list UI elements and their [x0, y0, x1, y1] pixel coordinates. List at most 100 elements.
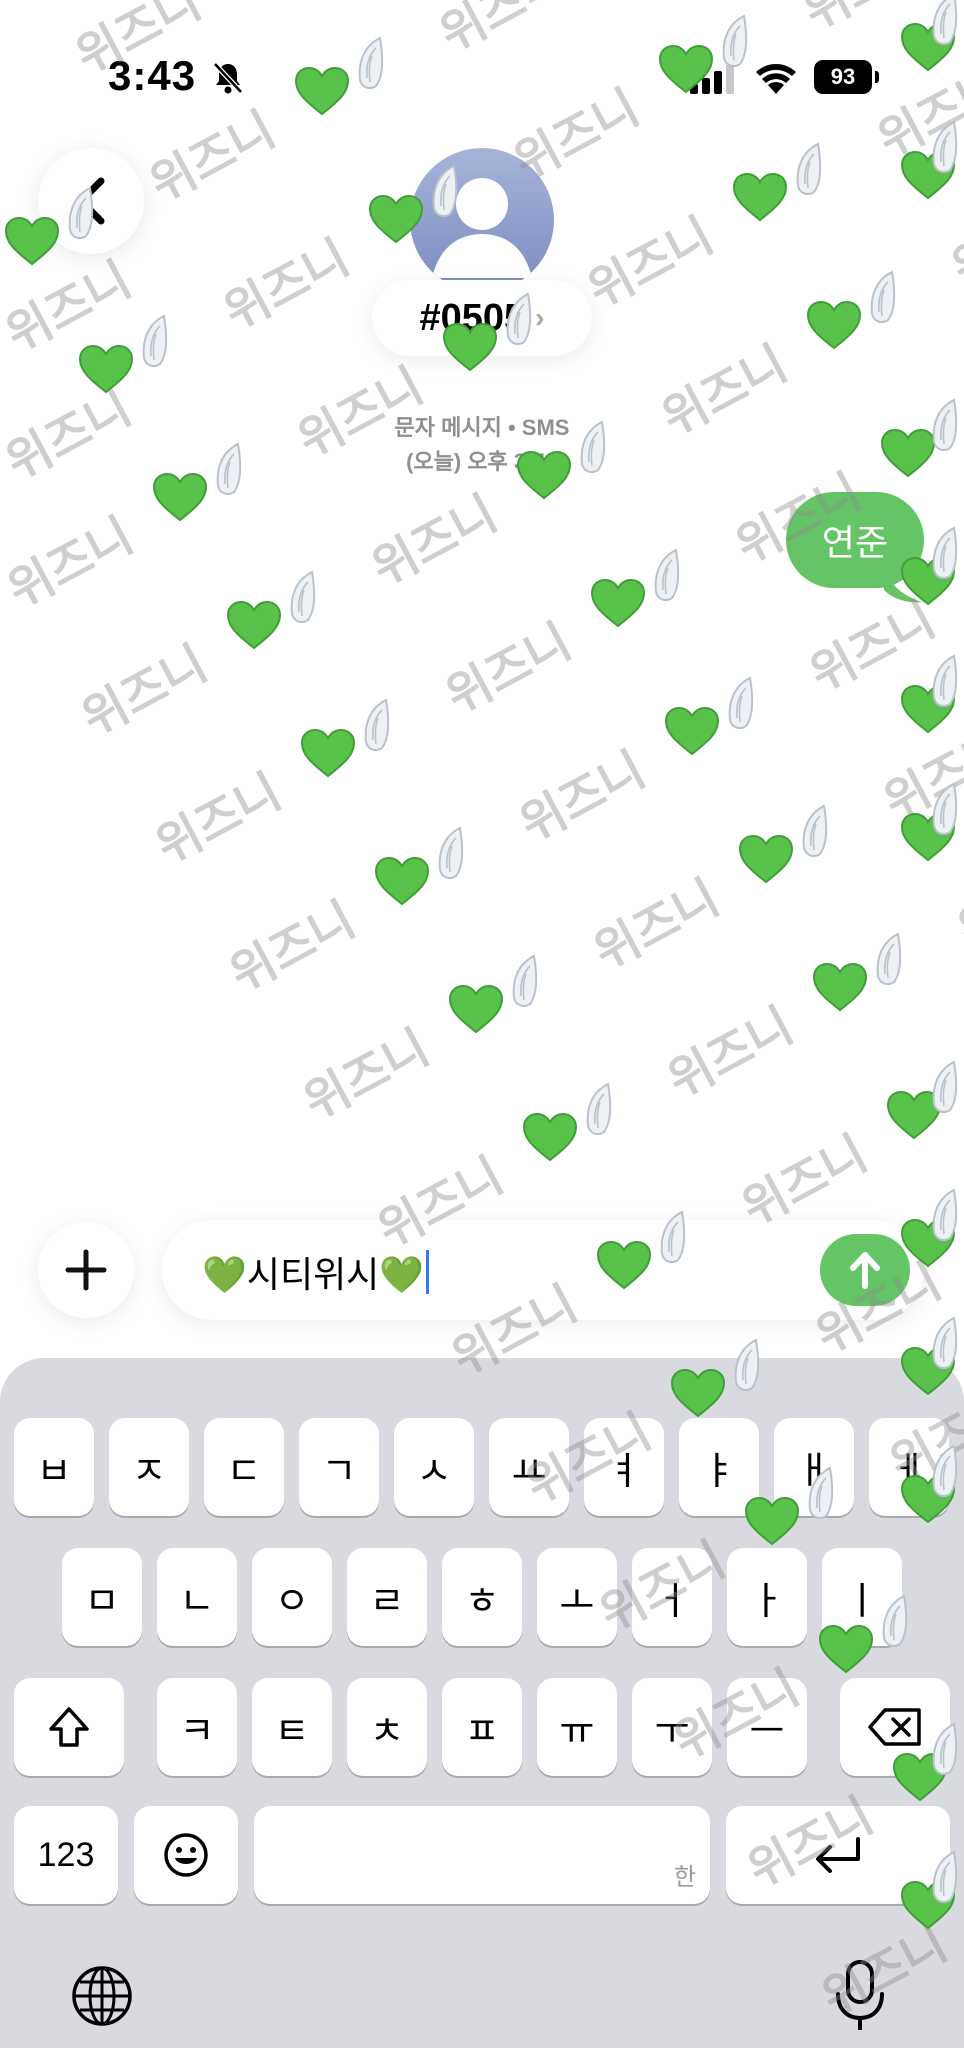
bell-slash-icon [213, 62, 243, 94]
green-heart-icon [738, 834, 794, 884]
key[interactable]: ㅂ [14, 1418, 94, 1516]
key[interactable]: ㅈ [109, 1418, 189, 1516]
key[interactable]: ㅊ [347, 1678, 427, 1776]
message-input-value: 💚시티위시💚 [202, 1254, 425, 1295]
status-bar: 3:43 93 [0, 0, 964, 150]
shift-key[interactable] [14, 1678, 124, 1776]
key[interactable]: ㅁ [62, 1548, 142, 1646]
watermark-text: 위즈니 [294, 1019, 439, 1132]
arrow-up-icon [850, 1252, 880, 1289]
green-heart-icon [900, 812, 956, 862]
key[interactable]: ㅣ [822, 1548, 902, 1646]
wing-icon [652, 548, 682, 604]
key[interactable]: ㅕ [584, 1418, 664, 1516]
watermark-text: 위즈니 [942, 185, 964, 298]
watermark-text: 위즈니 [214, 229, 359, 342]
green-heart-icon [812, 962, 868, 1012]
green-heart-icon [900, 684, 956, 734]
key[interactable]: ㅍ [442, 1678, 522, 1776]
green-heart-icon [300, 728, 356, 778]
watermark-text: 위즈니 [874, 719, 964, 832]
wing-icon [584, 1082, 614, 1138]
green-heart-icon [448, 984, 504, 1034]
watermark-text: 위즈니 [578, 207, 723, 320]
key[interactable]: ㅎ [442, 1548, 522, 1646]
key[interactable]: ㅋ [157, 1678, 237, 1776]
key[interactable]: ㅓ [632, 1548, 712, 1646]
key[interactable]: ㄱ [299, 1418, 379, 1516]
wing-icon [362, 698, 392, 754]
return-icon [816, 1837, 860, 1873]
key[interactable]: ㅗ [537, 1548, 617, 1646]
key[interactable]: ㄷ [204, 1418, 284, 1516]
watermark-text: 위즈니 [0, 507, 143, 620]
key[interactable]: ㅛ [489, 1418, 569, 1516]
key[interactable]: ㅐ [774, 1418, 854, 1516]
chevron-left-icon [77, 177, 105, 225]
signal-icon [690, 64, 734, 94]
green-heart-icon [226, 600, 282, 650]
key[interactable]: ㅅ [394, 1418, 474, 1516]
contact-name-button[interactable]: #0505 › [372, 280, 592, 356]
status-time: 3:43 [108, 52, 197, 99]
key[interactable]: ㅑ [679, 1418, 759, 1516]
wing-icon [930, 782, 960, 838]
message-text: 연준 [821, 522, 889, 563]
message-timestamp: (오늘) 오후 3:43 [406, 449, 558, 474]
key[interactable]: ㅜ [632, 1678, 712, 1776]
key[interactable]: ㅔ [869, 1418, 949, 1516]
contact-avatar[interactable] [410, 148, 554, 292]
numbers-key[interactable]: 123 [14, 1806, 118, 1904]
return-key[interactable] [726, 1806, 950, 1904]
watermark-text: 위즈니 [436, 613, 581, 726]
watermark-text: 위즈니 [0, 251, 141, 364]
wing-icon [930, 526, 960, 582]
wing-icon [288, 570, 318, 626]
green-heart-icon [374, 856, 430, 906]
green-heart-icon [522, 1112, 578, 1162]
key[interactable]: ㄴ [157, 1548, 237, 1646]
watermark-text: 위즈니 [510, 741, 655, 854]
message-input[interactable]: 💚시티위시💚 [162, 1220, 924, 1320]
green-heart-icon [590, 578, 646, 628]
key[interactable]: ㅌ [252, 1678, 332, 1776]
green-heart-icon [900, 150, 956, 200]
globe-icon[interactable] [70, 1964, 134, 2028]
microphone-icon[interactable] [832, 1958, 888, 2034]
green-heart-icon [152, 472, 208, 522]
key[interactable]: ㄹ [347, 1548, 427, 1646]
wing-icon [436, 826, 466, 882]
send-button[interactable] [820, 1234, 910, 1306]
person-icon [432, 178, 532, 278]
wifi-icon [756, 64, 796, 94]
watermark-text: 위즈니 [800, 591, 945, 704]
add-attachment-button[interactable] [38, 1222, 134, 1318]
sent-message-bubble[interactable]: 연준 [786, 492, 924, 588]
key[interactable]: ㅡ [727, 1678, 807, 1776]
wing-icon [726, 676, 756, 732]
watermark-text: 위즈니 [146, 763, 291, 876]
emoji-key[interactable] [134, 1806, 238, 1904]
battery-indicator: 93 [814, 60, 879, 94]
green-heart-icon [806, 300, 862, 350]
key[interactable]: ㅇ [252, 1548, 332, 1646]
message-input-text: 💚시티위시💚 [202, 1246, 430, 1298]
back-button[interactable] [38, 148, 144, 254]
watermark-text: 위즈니 [72, 635, 217, 748]
wing-icon [140, 314, 170, 370]
green-heart-icon [78, 344, 134, 394]
wing-icon [930, 1188, 960, 1244]
watermark-text: 위즈니 [362, 485, 507, 598]
key[interactable]: ㅠ [537, 1678, 617, 1776]
delete-key[interactable] [840, 1678, 950, 1776]
key[interactable]: ㅏ [727, 1548, 807, 1646]
wing-icon [868, 270, 898, 326]
text-caret [426, 1250, 430, 1294]
watermark-text: 위즈니 [584, 869, 729, 982]
space-key[interactable]: 한 [254, 1806, 710, 1904]
green-heart-icon [664, 706, 720, 756]
space-key-hint: 한 [673, 1863, 696, 1891]
wing-icon [510, 954, 540, 1010]
wing-icon [874, 932, 904, 988]
wing-icon [930, 654, 960, 710]
